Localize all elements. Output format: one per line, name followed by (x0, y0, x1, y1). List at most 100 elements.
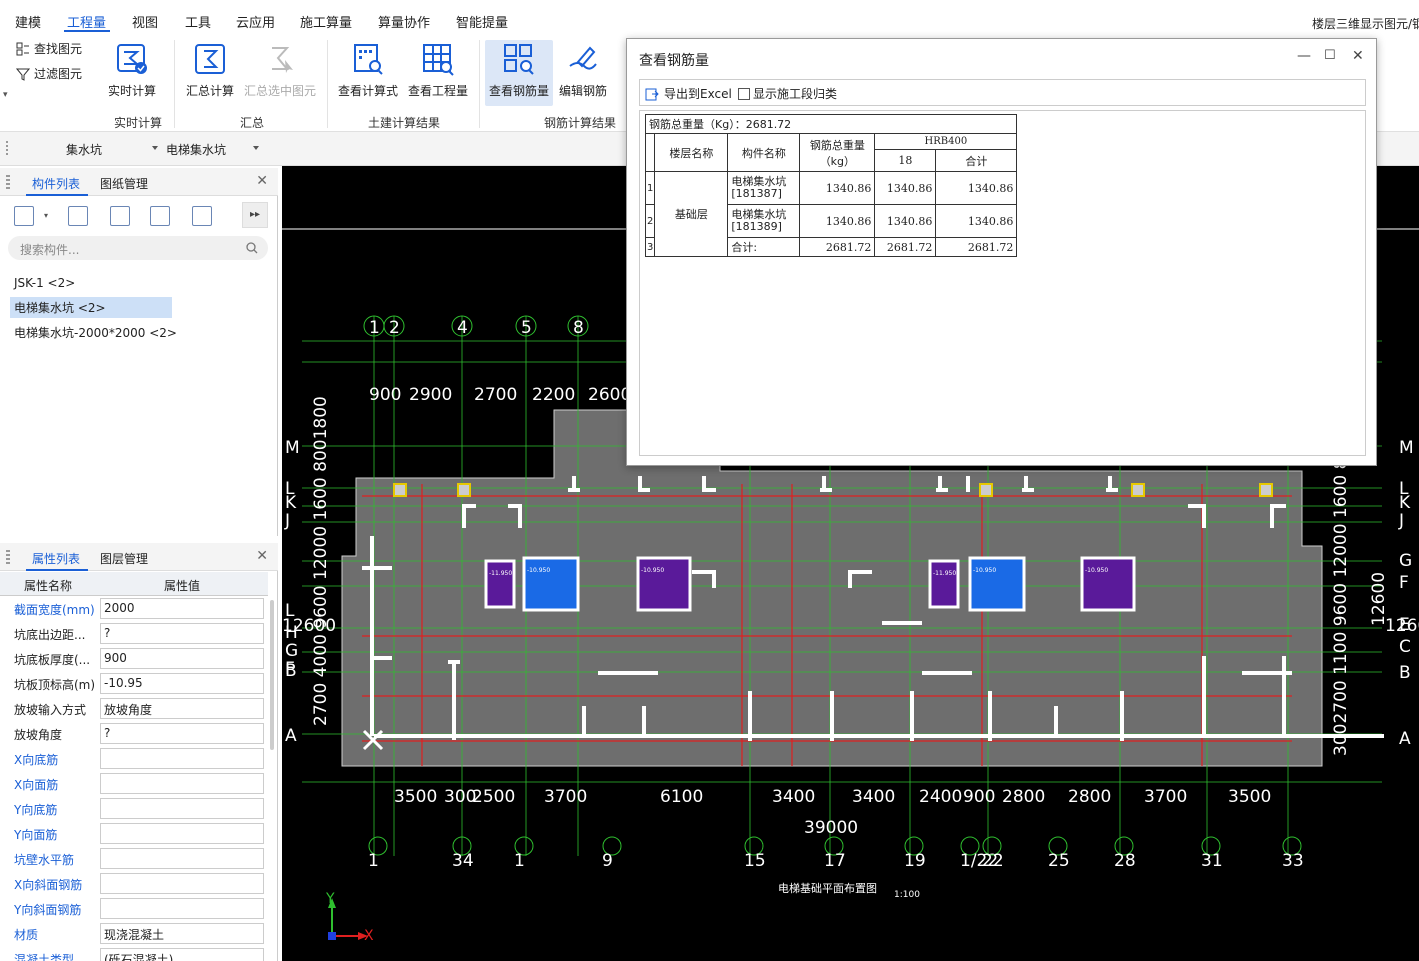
panel-grip-handle[interactable] (6, 175, 10, 189)
menu-construction[interactable]: 施工算量 (300, 12, 352, 31)
checkbox-box[interactable] (738, 87, 750, 100)
edit-rebar-button[interactable]: 编辑钢筋 (552, 40, 614, 106)
property-value-input[interactable]: 900 (100, 648, 264, 669)
property-value-input[interactable] (100, 798, 264, 819)
property-name: Y向底筋 (14, 803, 58, 817)
menu-bar: 建模 工程量 视图 工具 云应用 施工算量 算量协作 智能提量 楼层三维显示图元… (0, 0, 1419, 34)
menu-modeling[interactable]: 建模 (15, 12, 41, 31)
property-scrollbar[interactable] (270, 600, 274, 750)
tab-layer-management[interactable]: 图层管理 (100, 550, 148, 567)
close-icon[interactable]: ✕ (1352, 48, 1364, 64)
property-row: Y向面筋 (0, 821, 268, 846)
menu-quantity[interactable]: 工程量 (67, 12, 106, 31)
ribbon-expand-caret[interactable]: ▾ (3, 90, 8, 100)
tab-drawing-management[interactable]: 图纸管理 (100, 175, 148, 192)
property-value-input[interactable] (100, 773, 264, 794)
wall-segment (910, 691, 914, 741)
bottom-dimension: 2500 (472, 787, 515, 807)
left-vertical-dimensions: 2700 4000 9600 12000 1600 8001800 (311, 396, 331, 726)
property-name: 截面宽度(mm) (14, 603, 95, 617)
total-weight-line: 钢筋总重量（Kg）：2681.72 (644, 114, 1018, 134)
checkbox-label: 显示施工段归类 (753, 87, 838, 101)
more-tools-icon[interactable]: ▸▸ (242, 202, 268, 228)
copy-icon[interactable] (68, 206, 88, 226)
list-item[interactable]: 电梯集水坑-2000*2000 <2> (14, 324, 177, 341)
view-quantity-button[interactable]: 查看工程量 (402, 40, 474, 106)
d18-cell: 2681.72 (874, 237, 937, 257)
column-marker (1259, 483, 1273, 497)
list-item[interactable]: JSK-1 <2> (14, 276, 75, 290)
find-element-button[interactable]: 查找图元 (16, 40, 82, 57)
category-select[interactable]: 集水坑 (66, 141, 102, 158)
view-formula-button[interactable]: 查看计算式 (332, 40, 404, 106)
element-chevron-down-icon[interactable] (253, 146, 259, 150)
show-construction-section-checkbox[interactable]: 显示施工段归类 (738, 85, 837, 102)
menu-smart-extract[interactable]: 智能提量 (456, 12, 508, 31)
property-value-input[interactable]: ? (100, 623, 264, 644)
property-name: 坑板顶标高(m) (14, 678, 96, 692)
axis-x-label: X (364, 928, 374, 944)
edit-rebar-label: 编辑钢筋 (558, 84, 607, 98)
col-diameter-18: 18 (874, 149, 937, 172)
property-row: 坑底板厚度(... 900 (0, 646, 268, 671)
bottom-dimension: 2400 (919, 787, 962, 807)
wall-segment (1202, 504, 1206, 528)
close-icon[interactable]: ✕ (256, 173, 268, 189)
search-placeholder: 搜索构件... (20, 243, 80, 257)
property-value-input[interactable]: 放坡角度 (100, 698, 264, 719)
property-value-input[interactable] (100, 848, 264, 869)
grip-handle[interactable] (6, 141, 9, 155)
property-name: 坑底出边距... (14, 628, 86, 642)
tab-component-list[interactable]: 构件列表 (32, 175, 80, 192)
property-value-input[interactable] (100, 748, 264, 769)
category-chevron-down-icon[interactable] (152, 146, 158, 150)
property-panel-tabs: 属性列表 图层管理 ✕ (0, 543, 278, 571)
menu-collaboration[interactable]: 算量协作 (378, 12, 430, 31)
filter-component-icon[interactable] (192, 206, 212, 226)
row-index: 1 (644, 171, 656, 205)
close-icon[interactable]: ✕ (256, 548, 268, 564)
copy-to-floor-icon[interactable] (150, 206, 170, 226)
minimize-icon[interactable]: — (1297, 48, 1311, 64)
group-summary-label: 汇总 (239, 116, 264, 130)
property-value-input[interactable]: 现浇混凝土 (100, 923, 264, 944)
bottom-dimension: 3400 (772, 787, 815, 807)
export-excel-label: 导出到Excel (664, 87, 732, 101)
wall-segment (1022, 488, 1034, 492)
wall-segment (936, 488, 948, 492)
property-value-input[interactable] (100, 873, 264, 894)
menu-view[interactable]: 视图 (132, 12, 158, 31)
subtotal-cell: 1340.86 (935, 171, 1018, 205)
view-rebar-button[interactable]: 查看钢筋量 (485, 40, 553, 106)
filter-element-button[interactable]: 过滤图元 (16, 65, 82, 82)
new-component-chevron-down-icon[interactable]: ▾ (44, 211, 48, 220)
panel-grip-handle[interactable] (6, 550, 10, 564)
wall-segment (830, 691, 834, 741)
property-value-input[interactable] (100, 823, 264, 844)
bottom-dimension: 900 (963, 787, 995, 807)
summary-calc-button[interactable]: 汇总计算 (174, 40, 246, 106)
property-value-input[interactable]: (砾石混凝土) (100, 948, 264, 961)
menu-tools[interactable]: 工具 (185, 12, 211, 31)
maximize-icon[interactable]: ☐ (1324, 48, 1336, 63)
property-value-input[interactable] (100, 898, 264, 919)
tab-property-list[interactable]: 属性列表 (32, 550, 80, 567)
property-value-input[interactable]: 2000 (100, 598, 264, 619)
element-select[interactable]: 电梯集水坑 (166, 141, 226, 158)
top-dimension: 900 (369, 385, 401, 405)
bottom-dimension: 3400 (852, 787, 895, 807)
menu-cloud[interactable]: 云应用 (236, 12, 275, 31)
property-value-input[interactable]: ? (100, 723, 264, 744)
delete-icon[interactable] (110, 206, 130, 226)
new-component-icon[interactable] (14, 206, 34, 226)
d18-cell: 1340.86 (874, 204, 937, 238)
realtime-calc-button[interactable]: 实时计算 (96, 40, 168, 106)
property-value-input[interactable]: -10.95 (100, 673, 264, 694)
search-input[interactable]: 搜索构件... (8, 236, 268, 260)
view-formula-label: 查看计算式 (337, 84, 398, 98)
summary-selected-button[interactable]: 汇总选中图元 (242, 40, 318, 106)
floor-3d-display-option[interactable]: 楼层三维显示图元/钢 (1312, 15, 1419, 32)
export-excel-button[interactable]: 导出到Excel (645, 85, 732, 102)
property-row: 放坡输入方式 放坡角度 (0, 696, 268, 721)
list-item-selected[interactable]: 电梯集水坑 <2> (10, 297, 172, 318)
